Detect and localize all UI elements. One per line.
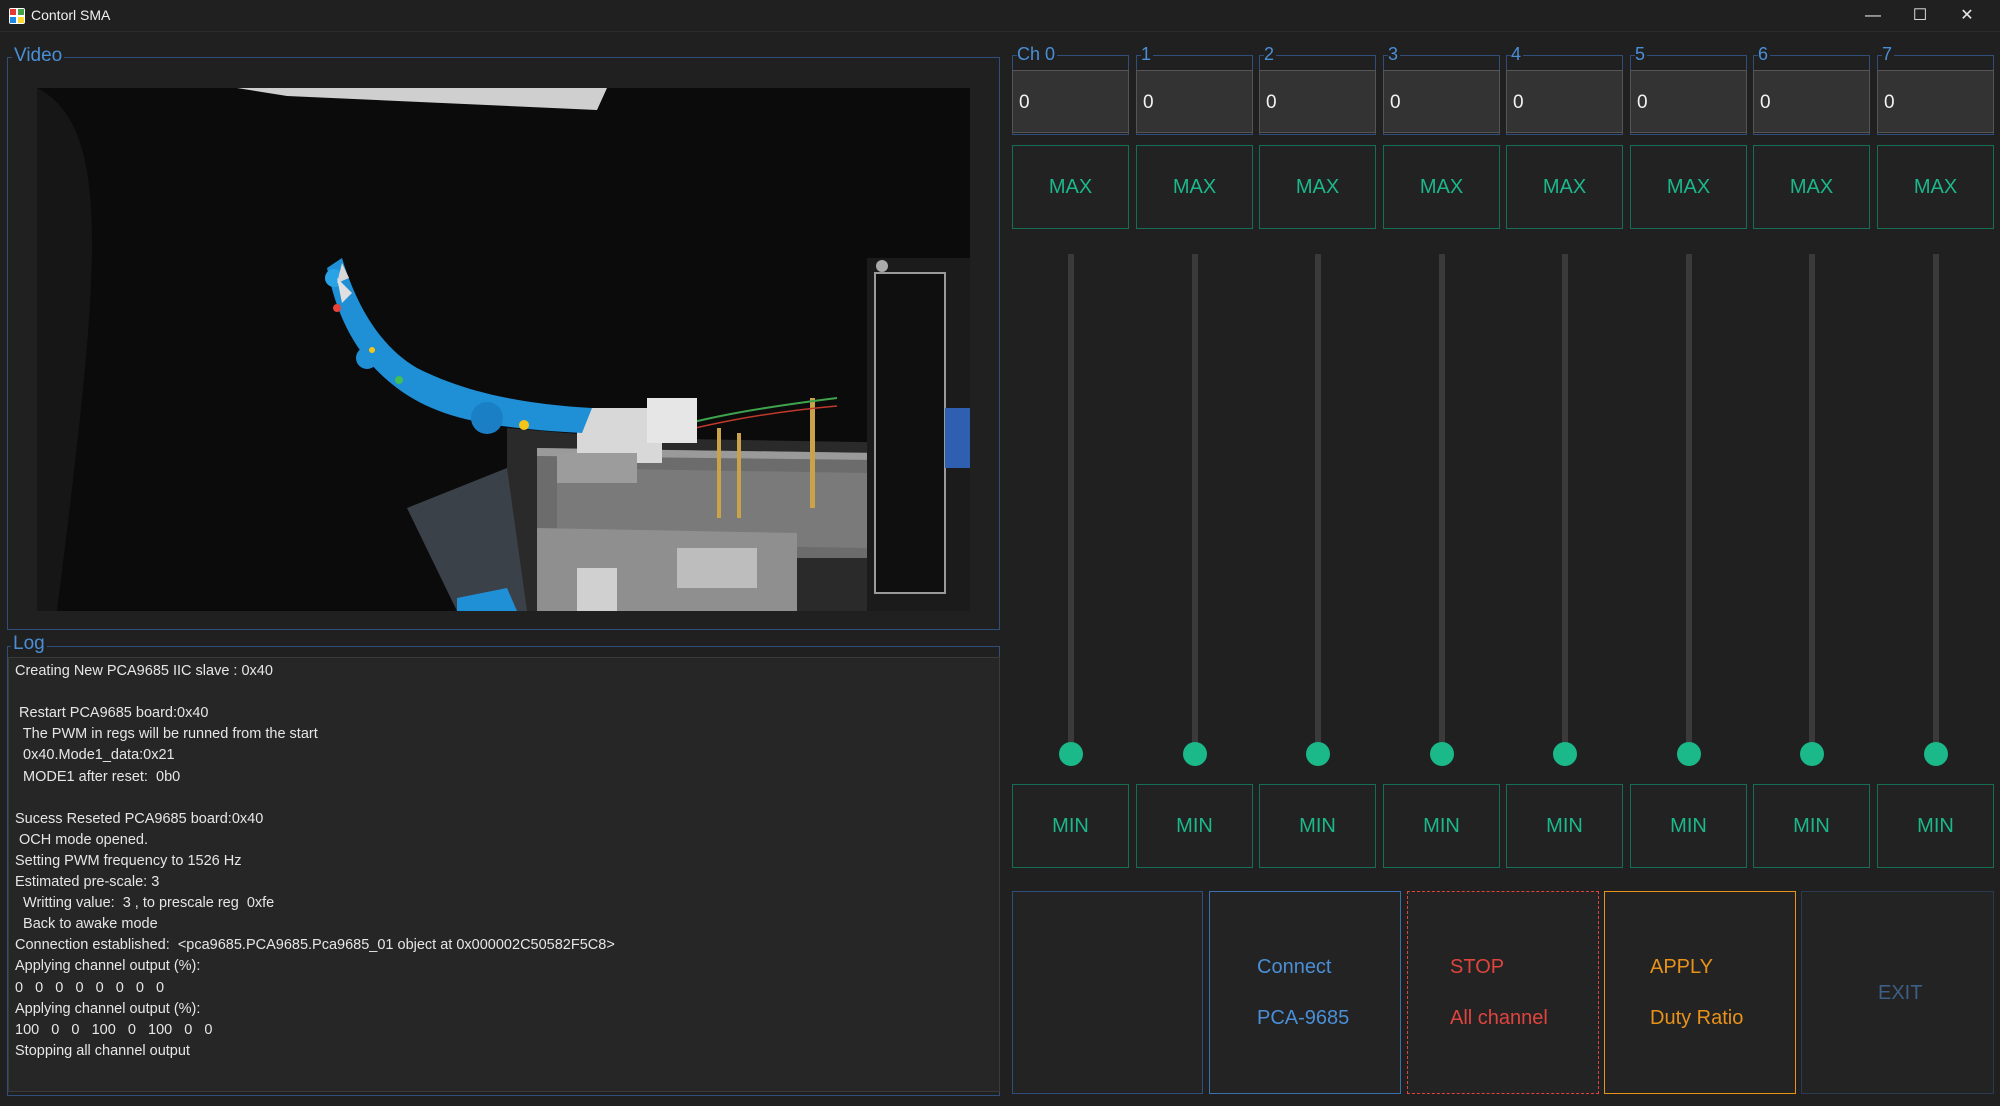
- channel-4-slider-handle[interactable]: [1552, 742, 1577, 766]
- channel-2-slider-handle[interactable]: [1305, 742, 1330, 766]
- channel-0-label: Ch 0: [1017, 44, 1058, 65]
- channel-3-slider-handle[interactable]: [1429, 742, 1454, 766]
- log-line: 0x40.Mode1_data:0x21: [15, 747, 175, 764]
- channel-4-value-input[interactable]: 0: [1506, 70, 1623, 133]
- channel-7-min-button[interactable]: MIN: [1877, 784, 1994, 868]
- app-icon: [9, 8, 25, 24]
- channel-7-label: 7: [1882, 44, 1895, 65]
- channel-0-max-button[interactable]: MAX: [1012, 145, 1129, 229]
- channel-4-min-button[interactable]: MIN: [1506, 784, 1623, 868]
- window-title: Contorl SMA: [31, 7, 111, 23]
- channel-7-slider[interactable]: [1932, 254, 1939, 754]
- channel-1-slider[interactable]: [1191, 254, 1198, 754]
- channel-5-slider[interactable]: [1685, 254, 1692, 754]
- channel-1-label: 1: [1141, 44, 1154, 65]
- channel-5-slider-handle[interactable]: [1676, 742, 1701, 766]
- apply-label-2: Duty Ratio: [1650, 1007, 1744, 1029]
- log-line: Setting PWM frequency to 1526 Hz: [15, 852, 242, 869]
- channel-3-min-button[interactable]: MIN: [1383, 784, 1500, 868]
- channel-6-label: 6: [1758, 44, 1771, 65]
- channel-6-min-button[interactable]: MIN: [1753, 784, 1870, 868]
- log-line: Stopping all channel output: [15, 1042, 190, 1059]
- channel-0-value-input[interactable]: 0: [1012, 70, 1129, 133]
- channel-0-min-button[interactable]: MIN: [1012, 784, 1129, 868]
- channel-3-value-input[interactable]: 0: [1383, 70, 1500, 133]
- video-feed: [37, 88, 970, 611]
- log-line: MODE1 after reset: 0b0: [15, 768, 181, 785]
- title-bar: Contorl SMA — ☐ ✕: [0, 0, 2000, 32]
- channel-5-label: 5: [1635, 44, 1648, 65]
- stop-label-1: STOP: [1450, 956, 1505, 978]
- channel-2-value-input[interactable]: 0: [1259, 70, 1376, 133]
- minimize-icon[interactable]: —: [1850, 0, 1896, 32]
- channel-5-value-input[interactable]: 0: [1630, 70, 1747, 133]
- log-line: Estimated pre-scale: 3: [15, 874, 160, 890]
- log-line: 100 0 0 100 0 100 0 0: [15, 1021, 213, 1038]
- channel-2-max-button[interactable]: MAX: [1259, 145, 1376, 229]
- exit-label: EXIT: [1878, 982, 1923, 1004]
- channel-5-max-button[interactable]: MAX: [1630, 145, 1747, 229]
- log-line: The PWM in regs will be runned from the …: [15, 726, 318, 743]
- connect-label-1: Connect: [1257, 956, 1332, 978]
- channel-1-slider-handle[interactable]: [1182, 742, 1207, 766]
- log-line: 0 0 0 0 0 0 0 0: [15, 979, 165, 996]
- channel-6-slider[interactable]: [1808, 254, 1815, 754]
- channel-1-min-button[interactable]: MIN: [1136, 784, 1253, 868]
- channel-1-max-button[interactable]: MAX: [1136, 145, 1253, 229]
- channel-2-slider[interactable]: [1314, 254, 1321, 754]
- channel-4-label: 4: [1511, 44, 1524, 65]
- log-line: Restart PCA9685 board:0x40: [15, 705, 209, 722]
- connect-button[interactable]: Connect PCA-9685: [1209, 891, 1401, 1094]
- apply-label-1: APPLY: [1650, 956, 1713, 978]
- blank-button[interactable]: [1012, 891, 1203, 1094]
- channel-3-label: 3: [1388, 44, 1401, 65]
- channel-3-max-button[interactable]: MAX: [1383, 145, 1500, 229]
- channel-7-value-input[interactable]: 0: [1877, 70, 1994, 133]
- channel-4-slider[interactable]: [1561, 254, 1568, 754]
- log-line: Applying channel output (%):: [15, 958, 201, 975]
- channel-7-slider-handle[interactable]: [1923, 742, 1948, 766]
- channel-2-min-button[interactable]: MIN: [1259, 784, 1376, 868]
- apply-duty-button[interactable]: APPLY Duty Ratio: [1604, 891, 1796, 1094]
- stop-label-2: All channel: [1450, 1007, 1548, 1029]
- log-line: Applying channel output (%):: [15, 1000, 201, 1017]
- maximize-icon[interactable]: ☐: [1897, 0, 1943, 32]
- log-line: Creating New PCA9685 IIC slave : 0x40: [15, 663, 273, 679]
- exit-button[interactable]: EXIT: [1801, 891, 1994, 1094]
- channel-0-slider-handle[interactable]: [1058, 742, 1083, 766]
- channel-0-slider[interactable]: [1067, 254, 1074, 754]
- video-image: [37, 88, 970, 611]
- log-output[interactable]: Creating New PCA9685 IIC slave : 0x40 Re…: [8, 657, 1000, 1092]
- channel-3-slider[interactable]: [1438, 254, 1445, 754]
- log-line: Writting value: 3 , to prescale reg 0xfe: [15, 895, 275, 912]
- log-group-title: Log: [11, 633, 47, 655]
- channel-6-max-button[interactable]: MAX: [1753, 145, 1870, 229]
- stop-all-button[interactable]: STOP All channel: [1407, 891, 1599, 1094]
- video-group-title: Video: [12, 45, 65, 67]
- log-line: Connection established: <pca9685.PCA9685…: [15, 937, 615, 954]
- channel-5-min-button[interactable]: MIN: [1630, 784, 1747, 868]
- close-icon[interactable]: ✕: [1944, 0, 1990, 32]
- channel-7-max-button[interactable]: MAX: [1877, 145, 1994, 229]
- channel-2-label: 2: [1264, 44, 1277, 65]
- channel-6-value-input[interactable]: 0: [1753, 70, 1870, 133]
- log-line: OCH mode opened.: [15, 831, 148, 848]
- log-line: Back to awake mode: [15, 916, 158, 933]
- connect-label-2: PCA-9685: [1257, 1007, 1350, 1029]
- log-line: Sucess Reseted PCA9685 board:0x40: [15, 810, 264, 827]
- channel-6-slider-handle[interactable]: [1799, 742, 1824, 766]
- channel-1-value-input[interactable]: 0: [1136, 70, 1253, 133]
- channel-4-max-button[interactable]: MAX: [1506, 145, 1623, 229]
